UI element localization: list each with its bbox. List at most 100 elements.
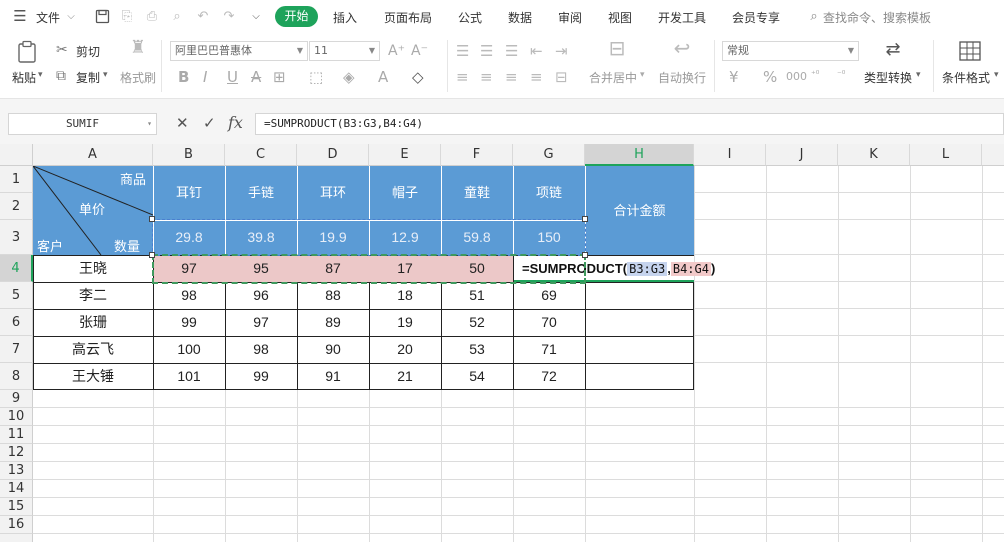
font-color-icon[interactable]: A <box>378 69 388 85</box>
row-header-3[interactable]: 3 <box>0 220 33 255</box>
qty-cell-c8[interactable]: 99 <box>225 363 297 390</box>
row-header-1[interactable]: 1 <box>0 166 33 193</box>
undo-icon[interactable]: ↶ <box>195 9 211 25</box>
row-header-2[interactable]: 2 <box>0 193 33 220</box>
align-middle-icon[interactable]: ☰ <box>480 43 493 59</box>
qty-cell-b5[interactable]: 98 <box>153 282 225 309</box>
font-name-select[interactable]: 阿里巴巴普惠体 ▼ <box>170 41 308 61</box>
header-product-b[interactable]: 耳钉 <box>153 166 225 220</box>
row-header-4[interactable]: 4 <box>0 255 33 282</box>
name-box[interactable]: SUMIF ▾ <box>8 113 157 135</box>
qty-cell-c5[interactable]: 96 <box>225 282 297 309</box>
currency-icon[interactable]: ¥ <box>729 69 739 85</box>
spreadsheet-grid[interactable]: A B C D E F G H I J K L 1 2 3 4 5 6 7 8 … <box>0 144 1004 542</box>
save-icon[interactable] <box>94 9 110 25</box>
copy-dropdown-icon[interactable]: ▾ <box>103 70 108 80</box>
qty-cell-e7[interactable]: 20 <box>369 336 441 363</box>
decrease-font-icon[interactable]: A⁻ <box>411 43 428 59</box>
type-convert-dropdown-icon[interactable]: ▾ <box>916 70 921 80</box>
qty-cell-d8[interactable]: 91 <box>297 363 369 390</box>
align-left-icon[interactable]: ≡ <box>456 69 469 85</box>
tab-formulas[interactable]: 公式 <box>458 9 482 26</box>
row-header-15[interactable]: 15 <box>0 498 33 516</box>
row-header-6[interactable]: 6 <box>0 309 33 336</box>
customer-name-a7[interactable]: 高云飞 <box>33 336 153 363</box>
row-header-16[interactable]: 16 <box>0 516 33 534</box>
customer-name-a5[interactable]: 李二 <box>33 282 153 309</box>
cut-button[interactable]: 剪切 <box>76 43 100 60</box>
range-handle[interactable] <box>582 252 588 258</box>
column-header-b[interactable]: B <box>153 144 225 166</box>
tab-insert[interactable]: 插入 <box>333 9 357 26</box>
scissors-icon[interactable]: ✂ <box>56 42 68 58</box>
copy-button[interactable]: 复制 <box>76 69 100 86</box>
qty-cell-g7[interactable]: 71 <box>513 336 585 363</box>
formula-ref-b4-g4[interactable]: B4:G4 <box>670 262 711 276</box>
column-header-f[interactable]: F <box>441 144 513 166</box>
quick-access-dropdown-icon[interactable]: ⌵ <box>248 9 264 25</box>
export-icon[interactable]: ⎘ <box>119 9 135 25</box>
header-product-g[interactable]: 项链 <box>513 166 585 220</box>
decrease-decimal-icon[interactable]: ⁻⁰ <box>837 67 845 83</box>
formula-input[interactable]: =SUMPRODUCT(B3:G3,B4:G4) <box>255 113 1004 135</box>
formula-ref-b3-g3[interactable]: B3:G3 <box>627 262 668 276</box>
column-header-l[interactable]: L <box>910 144 982 166</box>
column-header-k[interactable]: K <box>838 144 910 166</box>
header-total[interactable]: 合计金额 <box>585 166 694 255</box>
column-header-d[interactable]: D <box>297 144 369 166</box>
qty-cell-b6[interactable]: 99 <box>153 309 225 336</box>
increase-font-icon[interactable]: A⁺ <box>388 43 405 59</box>
redo-icon[interactable]: ↷ <box>221 9 237 25</box>
print-preview-icon[interactable]: ⌕ <box>169 9 185 25</box>
font-size-select[interactable]: 11 ▼ <box>309 41 380 61</box>
qty-cell-e6[interactable]: 19 <box>369 309 441 336</box>
row-header-10[interactable]: 10 <box>0 408 33 426</box>
distributed-icon[interactable]: ⊟ <box>555 69 568 85</box>
qty-cell-d7[interactable]: 90 <box>297 336 369 363</box>
customer-name-a6[interactable]: 张珊 <box>33 309 153 336</box>
qty-cell-c7[interactable]: 98 <box>225 336 297 363</box>
qty-cell-e5[interactable]: 18 <box>369 282 441 309</box>
conditional-format-button[interactable]: 条件格式 <box>942 69 990 86</box>
format-painter-button[interactable]: 格式刷 <box>120 69 156 86</box>
percent-icon[interactable]: % <box>763 69 777 85</box>
search-command-input[interactable]: 查找命令、搜索模板 <box>823 9 931 26</box>
column-header-g[interactable]: G <box>513 144 585 166</box>
increase-decimal-icon[interactable]: ⁺⁰ <box>811 67 819 83</box>
qty-cell-d5[interactable]: 88 <box>297 282 369 309</box>
cancel-icon[interactable]: ✕ <box>176 114 189 132</box>
column-header-h[interactable]: H <box>585 144 694 166</box>
italic-icon[interactable]: I <box>203 69 207 85</box>
tab-view[interactable]: 视图 <box>608 9 632 26</box>
underline-icon[interactable]: U <box>227 69 238 85</box>
column-header-a[interactable]: A <box>33 144 153 166</box>
confirm-icon[interactable]: ✓ <box>203 114 216 132</box>
paste-icon[interactable] <box>16 40 38 64</box>
search-icon[interactable]: ⌕ <box>806 9 822 25</box>
column-header-c[interactable]: C <box>225 144 297 166</box>
insert-function-icon[interactable]: fx <box>228 113 243 132</box>
row-header-7[interactable]: 7 <box>0 336 33 363</box>
row-header-12[interactable]: 12 <box>0 444 33 462</box>
fill-style-icon[interactable]: ⬚ <box>309 69 323 85</box>
column-header-i[interactable]: I <box>694 144 766 166</box>
customer-name-a4[interactable]: 王晓 <box>33 255 153 282</box>
row-header-13[interactable]: 13 <box>0 462 33 480</box>
copy-icon[interactable]: ⧉ <box>56 68 66 84</box>
format-painter-icon[interactable]: ♜ <box>128 39 148 64</box>
qty-cell-f5[interactable]: 51 <box>441 282 513 309</box>
paste-button[interactable]: 粘贴 <box>12 69 36 86</box>
tab-member[interactable]: 会员专享 <box>732 9 780 26</box>
strikethrough-icon[interactable]: A <box>251 69 261 85</box>
qty-cell-f7[interactable]: 53 <box>441 336 513 363</box>
hamburger-menu-icon[interactable]: ☰ <box>12 8 28 24</box>
qty-cell-d6[interactable]: 89 <box>297 309 369 336</box>
tab-page-layout[interactable]: 页面布局 <box>384 9 432 26</box>
tab-developer[interactable]: 开发工具 <box>658 9 706 26</box>
range-handle[interactable] <box>149 216 155 222</box>
merge-center-button[interactable]: 合并居中 <box>589 69 637 86</box>
wrap-text-button[interactable]: 自动换行 <box>658 69 706 86</box>
file-menu[interactable]: 文件 <box>36 9 60 26</box>
row-header-8[interactable]: 8 <box>0 363 33 390</box>
increase-indent-icon[interactable]: ⇥ <box>555 43 568 59</box>
